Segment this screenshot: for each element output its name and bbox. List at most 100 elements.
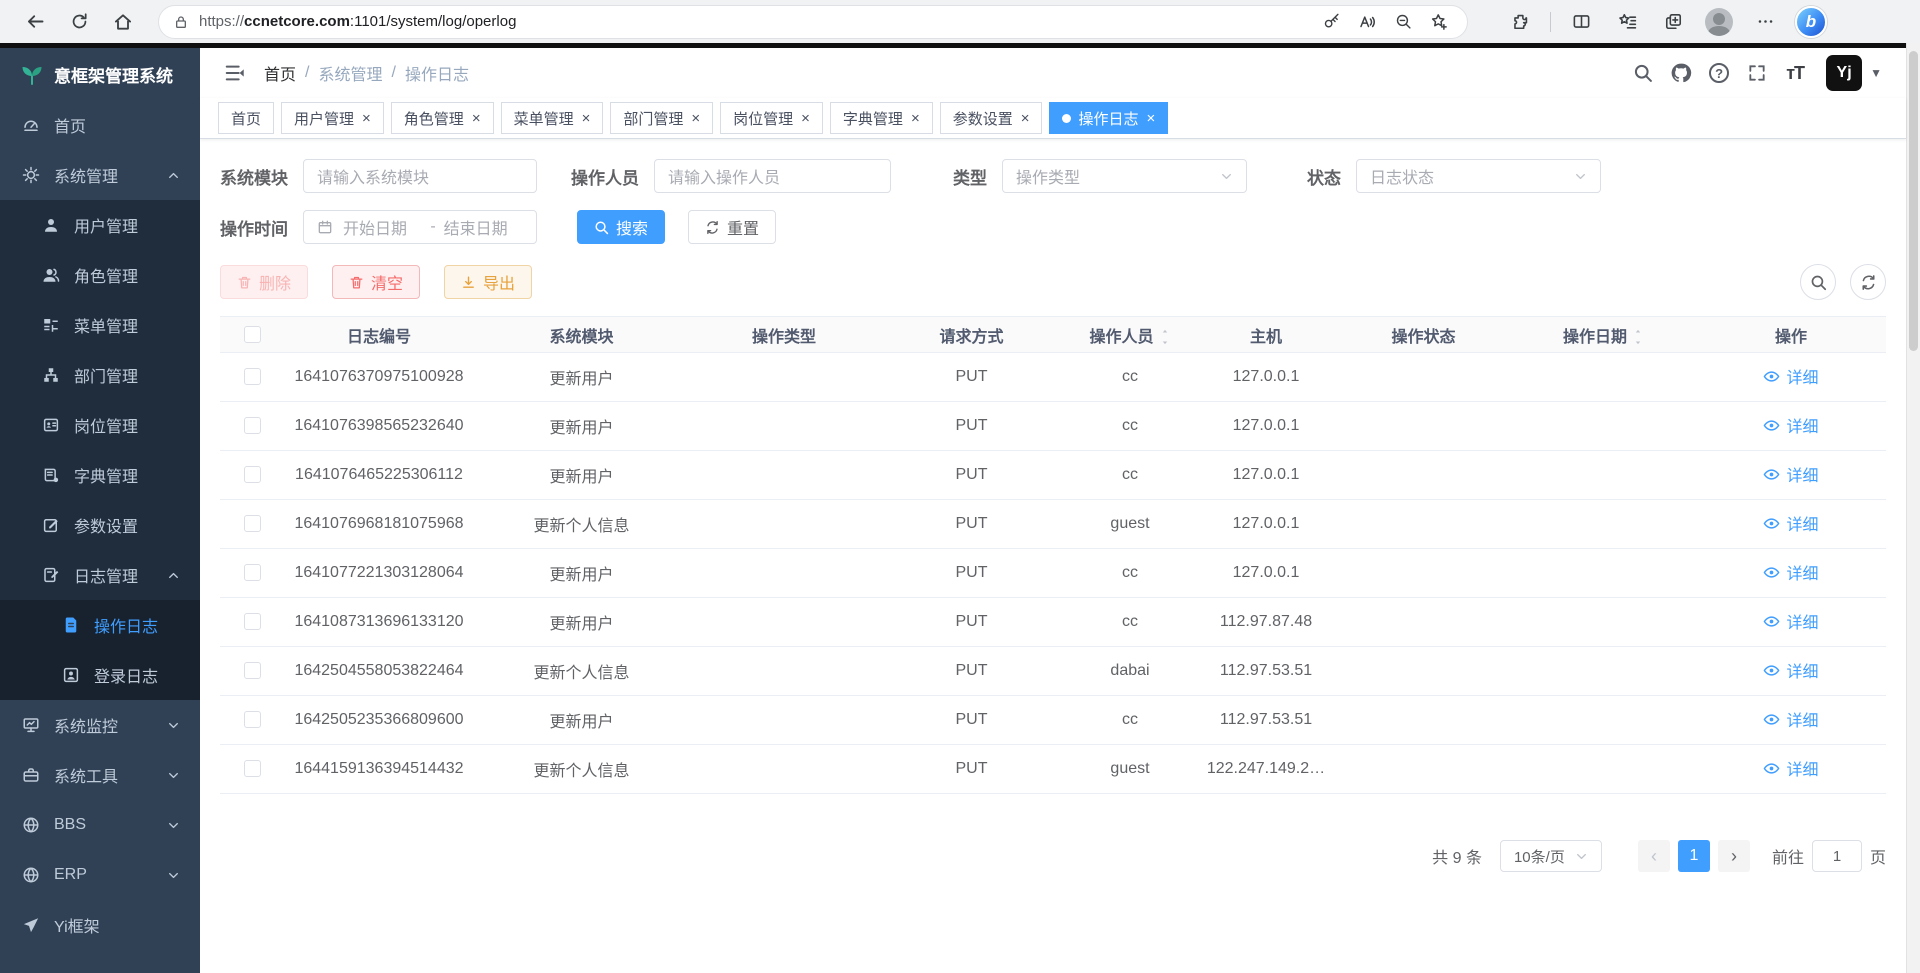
column-header[interactable]: 操作 bbox=[1696, 317, 1886, 353]
browser-home-button[interactable] bbox=[106, 5, 140, 39]
sidebar-item[interactable]: 系统管理 bbox=[0, 150, 200, 200]
detail-link[interactable]: 详细 bbox=[1763, 609, 1818, 633]
detail-link[interactable]: 详细 bbox=[1763, 413, 1818, 437]
avatar-caret-icon[interactable]: ▼ bbox=[1870, 66, 1882, 80]
sidebar-item[interactable]: 角色管理 bbox=[0, 250, 200, 300]
row-checkbox[interactable] bbox=[244, 466, 261, 483]
refresh-table-button[interactable] bbox=[1850, 264, 1886, 300]
tab-close-icon[interactable]: × bbox=[801, 110, 810, 127]
font-size-icon[interactable]: тT bbox=[1778, 56, 1812, 90]
sidebar-item[interactable]: BBS bbox=[0, 800, 200, 850]
tab-close-icon[interactable]: × bbox=[1147, 110, 1156, 127]
sidebar-item[interactable]: 系统工具 bbox=[0, 750, 200, 800]
split-screen-icon[interactable] bbox=[1565, 6, 1597, 38]
toggle-search-button[interactable] bbox=[1800, 264, 1836, 300]
github-icon[interactable] bbox=[1664, 56, 1698, 90]
column-header[interactable]: 系统模块 bbox=[474, 317, 689, 353]
sidebar-item[interactable]: 岗位管理 bbox=[0, 400, 200, 450]
collections-icon[interactable] bbox=[1611, 6, 1643, 38]
detail-link[interactable]: 详细 bbox=[1763, 756, 1818, 780]
detail-link[interactable]: 详细 bbox=[1763, 462, 1818, 486]
page-size-select[interactable]: 10条/页 bbox=[1500, 840, 1602, 872]
tab-close-icon[interactable]: × bbox=[472, 110, 481, 127]
help-icon[interactable]: ? bbox=[1702, 56, 1736, 90]
next-page-button[interactable]: › bbox=[1718, 840, 1750, 872]
user-avatar[interactable]: Yj bbox=[1826, 55, 1862, 91]
app-logo[interactable]: 意框架管理系统 bbox=[0, 48, 200, 100]
zoom-out-icon[interactable] bbox=[1389, 8, 1417, 36]
column-header[interactable]: 请求方式 bbox=[879, 317, 1064, 353]
sidebar-item[interactable]: 日志管理 bbox=[0, 550, 200, 600]
sidebar-collapse-icon[interactable] bbox=[224, 62, 246, 84]
sidebar-item[interactable]: 部门管理 bbox=[0, 350, 200, 400]
sidebar-item[interactable]: 用户管理 bbox=[0, 200, 200, 250]
header-search-icon[interactable] bbox=[1626, 56, 1660, 90]
scrollbar[interactable] bbox=[1906, 43, 1920, 973]
detail-link[interactable]: 详细 bbox=[1763, 658, 1818, 682]
browser-back-button[interactable] bbox=[18, 5, 52, 39]
row-checkbox[interactable] bbox=[244, 417, 261, 434]
column-header[interactable]: 操作日期 bbox=[1511, 317, 1696, 353]
url-text[interactable]: https://ccnetcore.com:1101/system/log/op… bbox=[199, 13, 1309, 30]
row-checkbox[interactable] bbox=[244, 711, 261, 728]
row-checkbox[interactable] bbox=[244, 368, 261, 385]
tab[interactable]: 菜单管理 × bbox=[501, 102, 604, 134]
sidebar-item[interactable]: 操作日志 bbox=[0, 600, 200, 650]
tab-close-icon[interactable]: × bbox=[691, 110, 700, 127]
sort-icons[interactable] bbox=[1632, 328, 1644, 346]
tab[interactable]: 操作日志 × bbox=[1049, 102, 1168, 134]
detail-link[interactable]: 详细 bbox=[1763, 707, 1818, 731]
address-bar[interactable]: https://ccnetcore.com:1101/system/log/op… bbox=[158, 5, 1468, 39]
row-checkbox[interactable] bbox=[244, 662, 261, 679]
prev-page-button[interactable]: ‹ bbox=[1638, 840, 1670, 872]
tab-close-icon[interactable]: × bbox=[362, 110, 371, 127]
tab[interactable]: 参数设置 × bbox=[940, 102, 1043, 134]
start-date-input[interactable]: 开始日期 bbox=[343, 215, 422, 239]
status-select[interactable]: 日志状态 bbox=[1356, 159, 1601, 193]
sidebar-item[interactable]: Yi框架 bbox=[0, 900, 200, 950]
reset-button[interactable]: 重置 bbox=[688, 210, 776, 244]
detail-link[interactable]: 详细 bbox=[1763, 364, 1818, 388]
tab-close-icon[interactable]: × bbox=[582, 110, 591, 127]
tab-close-icon[interactable]: × bbox=[911, 110, 920, 127]
select-all-checkbox[interactable] bbox=[244, 326, 261, 343]
clear-button[interactable]: 清空 bbox=[332, 265, 420, 299]
tab[interactable]: 用户管理 × bbox=[281, 102, 384, 134]
sidebar-item[interactable]: 首页 bbox=[0, 100, 200, 150]
browser-menu-icon[interactable] bbox=[1749, 6, 1781, 38]
sort-icons[interactable] bbox=[1159, 328, 1171, 346]
sidebar-item[interactable]: 系统监控 bbox=[0, 700, 200, 750]
column-header[interactable]: 操作状态 bbox=[1336, 317, 1511, 353]
copy-tab-icon[interactable] bbox=[1657, 6, 1689, 38]
tab[interactable]: 角色管理 × bbox=[391, 102, 494, 134]
row-checkbox[interactable] bbox=[244, 564, 261, 581]
breadcrumb-system[interactable]: 系统管理 bbox=[318, 61, 382, 85]
fullscreen-icon[interactable] bbox=[1740, 56, 1774, 90]
export-button[interactable]: 导出 bbox=[444, 265, 532, 299]
end-date-input[interactable]: 结束日期 bbox=[444, 215, 523, 239]
browser-refresh-button[interactable] bbox=[62, 5, 96, 39]
scrollbar-thumb[interactable] bbox=[1909, 51, 1918, 351]
extensions-puzzle-icon[interactable] bbox=[1504, 6, 1536, 38]
column-header[interactable]: 日志编号 bbox=[284, 317, 474, 353]
tab-close-icon[interactable]: × bbox=[1021, 110, 1030, 127]
row-checkbox[interactable] bbox=[244, 760, 261, 777]
sidebar-item[interactable]: 字典管理 bbox=[0, 450, 200, 500]
breadcrumb-home[interactable]: 首页 bbox=[264, 61, 296, 85]
operator-input[interactable]: 请输入操作人员 bbox=[654, 159, 891, 193]
sidebar-item[interactable]: ERP bbox=[0, 850, 200, 900]
read-aloud-icon[interactable] bbox=[1353, 8, 1381, 36]
sidebar-item[interactable]: 菜单管理 bbox=[0, 300, 200, 350]
search-button[interactable]: 搜索 bbox=[577, 210, 665, 244]
row-checkbox[interactable] bbox=[244, 515, 261, 532]
column-header[interactable]: 操作人员 bbox=[1064, 317, 1196, 353]
column-header[interactable]: 主机 bbox=[1196, 317, 1336, 353]
tab[interactable]: 部门管理 × bbox=[610, 102, 713, 134]
delete-button[interactable]: 删除 bbox=[220, 265, 308, 299]
password-key-icon[interactable] bbox=[1317, 8, 1345, 36]
detail-link[interactable]: 详细 bbox=[1763, 511, 1818, 535]
detail-link[interactable]: 详细 bbox=[1763, 560, 1818, 584]
goto-page-input[interactable]: 1 bbox=[1812, 840, 1862, 872]
row-checkbox[interactable] bbox=[244, 613, 261, 630]
favorite-star-icon[interactable] bbox=[1425, 8, 1453, 36]
